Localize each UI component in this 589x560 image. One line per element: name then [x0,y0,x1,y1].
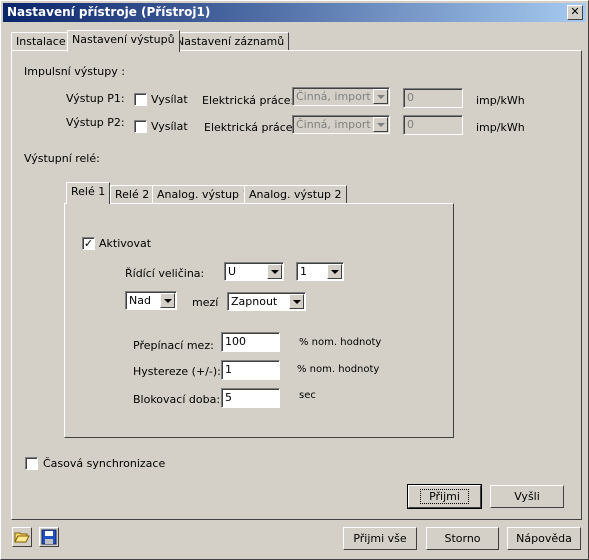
output-p2-unit: imp/kWh [476,121,525,134]
tab-rele-1[interactable]: Relé 1 [66,182,111,204]
block-time-unit: sec [299,390,316,401]
output-p1-unit: imp/kWh [476,94,525,107]
tab-rele-2[interactable]: Relé 2 [110,185,155,204]
control-index-value: 1 [300,265,307,278]
tab-instalace[interactable]: Instalace [11,32,71,51]
title-bar[interactable]: Nastavení přístroje (Přístroj1) ✕ [3,3,586,22]
output-p2-work-select[interactable]: Činná, import [292,115,390,134]
output-p1-send-label: Vysílat [151,93,188,106]
open-button[interactable] [12,527,32,547]
time-sync-label: Časová synchronizace [43,457,166,470]
switch-limit-label: Přepínací mez: [133,339,214,352]
control-label: Řídící veličina: [125,267,205,280]
tab-nastaveni-vystupu[interactable]: Nastavení výstupů [67,30,180,52]
output-p1-work-value: Činná, import [296,90,371,103]
accept-all-button[interactable]: Přijmi vše [343,527,417,550]
folder-open-icon [14,532,30,543]
save-button[interactable] [39,527,59,547]
output-p1-send-checkbox[interactable] [134,93,147,106]
switch-limit-unit: % nom. hodnoty [299,337,382,348]
block-time-field[interactable]: 5 [221,388,280,408]
accept-button[interactable]: Přijmi [407,484,482,509]
output-p2-work-label: Elektrická práce: [204,121,297,134]
tab-analog-vystup-2[interactable]: Analog. výstup 2 [244,185,347,204]
window-title: Nastavení přístroje (Přístroj1) [7,5,211,19]
help-button[interactable]: Nápověda [507,527,581,550]
control-select[interactable]: U [224,262,284,281]
activate-checkbox[interactable]: ✓ [82,237,95,250]
output-p2-label: Výstup P2: [66,116,125,129]
output-p1-label: Výstup P1: [66,92,125,105]
action-select[interactable]: Zapnout [227,292,306,311]
time-sync-checkbox[interactable] [25,457,38,470]
floppy-disk-icon [41,529,57,545]
block-time-label: Blokovací doba: [133,393,221,406]
tab-nastaveni-zaznamu[interactable]: Nastavení záznamů [171,32,290,51]
activate-label: Aktivovat [99,237,152,250]
output-p2-send-checkbox[interactable] [134,120,147,133]
tab-analog-vystup-1[interactable]: Analog. výstup 1 [152,185,255,204]
control-value: U [228,265,237,278]
output-p1-work-label: Elektrická práce: [202,94,295,107]
close-button[interactable]: ✕ [567,5,583,20]
chevron-down-icon[interactable] [373,89,388,104]
condition-select[interactable]: Nad [125,291,177,310]
limit-label: mezí [192,296,219,309]
cancel-button[interactable]: Storno [426,527,499,550]
hysteresis-label: Hystereze (+/-): [133,365,221,378]
output-p1-value-field[interactable]: 0 [403,88,463,108]
output-p1-work-select[interactable]: Činná, import [292,87,390,106]
output-p2-value-field[interactable]: 0 [403,115,463,135]
relay-tab-panel: ✓ Aktivovat Řídící veličina: U 1 Nad mez… [64,203,454,438]
hysteresis-unit: % nom. hodnoty [297,364,380,375]
switch-limit-field[interactable]: 100 [221,332,280,352]
action-value: Zapnout [231,295,278,308]
impulse-section-label: Impulsní výstupy : [24,65,125,78]
chevron-down-icon[interactable] [160,293,175,308]
condition-value: Nad [129,294,151,307]
outputs-tab-panel: Impulsní výstupy : Výstup P1: Vysílat El… [11,50,582,520]
output-p2-work-value: Činná, import [296,118,371,131]
chevron-down-icon[interactable] [327,264,342,279]
dialog-window: Nastavení přístroje (Přístroj1) ✕ Instal… [0,0,589,560]
send-button[interactable]: Vyšli [490,485,564,508]
chevron-down-icon[interactable] [267,264,282,279]
hysteresis-field[interactable]: 1 [221,360,280,380]
chevron-down-icon[interactable] [373,117,388,132]
relay-section-label: Výstupní relé: [24,152,100,165]
control-index-select[interactable]: 1 [296,262,344,281]
chevron-down-icon[interactable] [289,294,304,309]
output-p2-send-label: Vysílat [151,120,188,133]
